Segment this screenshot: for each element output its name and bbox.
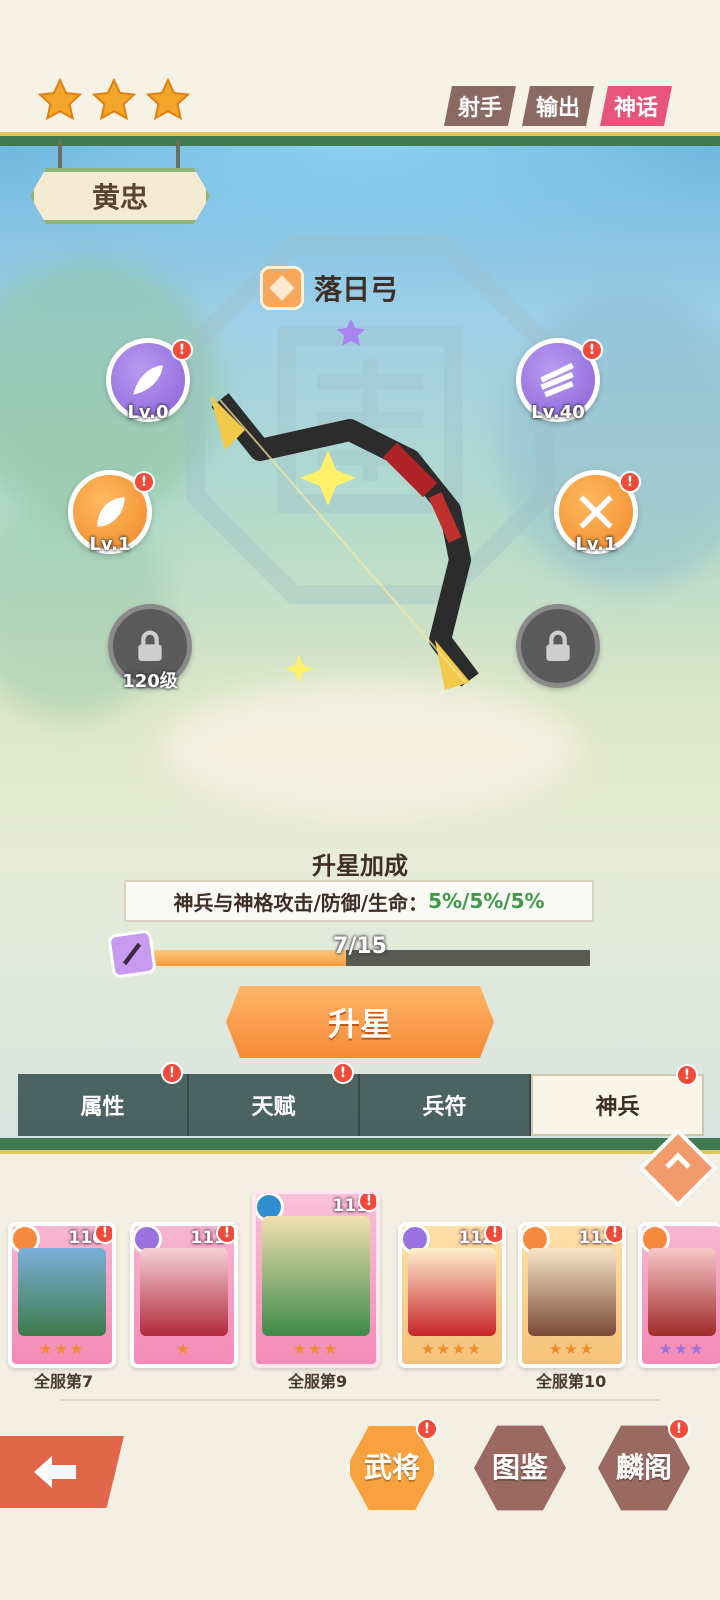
hero-tags: 射手 输出 神话 xyxy=(444,86,672,126)
hero-roster: 110 ★★★ ! 111 ★ ! 111 ★★★ ! 112 ★★★★ ! 1… xyxy=(0,1190,720,1380)
unlock-level: 120级 xyxy=(122,671,178,692)
hero-portrait xyxy=(140,1248,228,1336)
hero-stars: ★ xyxy=(176,1340,192,1358)
gem-icon xyxy=(260,266,304,310)
hero-name-plate: 黄忠 xyxy=(30,168,210,224)
hero-card-selected[interactable]: 111 ★★★ ! xyxy=(252,1190,380,1368)
hero-card[interactable]: 112 ★★★★ ! xyxy=(398,1222,506,1368)
hero-portrait xyxy=(648,1248,716,1336)
arrow-volley-icon xyxy=(540,362,574,398)
hero-stars: ★★★★ xyxy=(421,1340,483,1358)
tag-dps: 输出 xyxy=(522,86,594,126)
nav-codex[interactable]: 图鉴 xyxy=(474,1422,566,1514)
alert-badge: ! xyxy=(484,1226,502,1244)
server-rank: 全服第7 xyxy=(34,1372,94,1391)
alert-badge: ! xyxy=(216,1226,234,1244)
alert-badge: ! xyxy=(581,339,603,361)
alert-badge: ! xyxy=(676,1064,698,1086)
star-bonus-title: 升星加成 xyxy=(312,852,408,880)
tab-attributes[interactable]: 属性! xyxy=(18,1062,189,1136)
star-bonus-box: 神兵与神格攻击/防御/生命： 5%/5%/5% xyxy=(124,880,594,922)
divider xyxy=(60,1399,660,1401)
hero-card[interactable]: 111 ★★★ ! xyxy=(518,1222,626,1368)
weapon-star-icon xyxy=(336,318,366,346)
tag-archer: 射手 xyxy=(444,86,516,126)
hero-stars: ★★★ xyxy=(38,1340,86,1358)
skill-right-top[interactable]: Lv.40 ! xyxy=(516,338,603,423)
weapon-name: 落日弓 xyxy=(314,273,399,306)
lock-icon xyxy=(138,630,162,661)
hero-portrait xyxy=(18,1248,106,1336)
hero-star-rating xyxy=(36,76,192,124)
skill-level: Lv.40 xyxy=(531,402,585,423)
skill-right-mid[interactable]: Lv.1 ! xyxy=(554,470,641,555)
tag-myth: 神话 xyxy=(600,86,672,126)
nav-qilin-pavilion[interactable]: 麟阁 ! xyxy=(598,1418,690,1514)
hero-portrait xyxy=(408,1248,496,1336)
alert-badge: ! xyxy=(161,1062,183,1084)
alert-badge: ! xyxy=(133,471,155,493)
upgrade-star-button[interactable]: 升星 xyxy=(226,986,494,1058)
skill-locked-left[interactable]: 120级 xyxy=(108,604,192,692)
hero-card[interactable]: ★★★ xyxy=(638,1222,720,1368)
skill-level: Lv.1 xyxy=(575,534,617,555)
hero-stars: ★★★ xyxy=(548,1340,596,1358)
skill-level: Lv.0 xyxy=(127,402,169,423)
feather-icon xyxy=(133,365,163,395)
server-rank: 全服第10 xyxy=(536,1372,607,1391)
hero-portrait xyxy=(262,1216,370,1336)
bonus-label: 神兵与神格攻击/防御/生命： xyxy=(173,890,429,915)
nav-generals[interactable]: 武将 ! xyxy=(346,1418,438,1514)
bonus-values: 5%/5%/5% xyxy=(428,889,545,913)
skill-left-mid[interactable]: Lv.1 ! xyxy=(68,470,155,555)
hero-stars: ★★★ xyxy=(658,1340,706,1358)
alert-badge: ! xyxy=(416,1418,438,1440)
tab-talent[interactable]: 天赋! xyxy=(189,1062,360,1136)
skill-left-top[interactable]: Lv.0 ! xyxy=(106,338,193,423)
alert-badge: ! xyxy=(619,471,641,493)
alert-badge: ! xyxy=(668,1418,690,1440)
hero-card[interactable]: 111 ★ ! xyxy=(130,1222,238,1368)
alert-badge: ! xyxy=(171,339,193,361)
alert-badge: ! xyxy=(358,1194,376,1212)
tab-divine-weapon[interactable]: 神兵! xyxy=(531,1064,704,1136)
weapon-title: 落日弓 xyxy=(260,266,398,310)
tab-bar: 属性! 天赋! 兵符 神兵! xyxy=(18,1062,704,1136)
chevron-up-icon xyxy=(665,1152,691,1178)
back-arrow-icon xyxy=(34,1456,76,1488)
bow-weapon-image xyxy=(210,393,479,690)
tab-tally[interactable]: 兵符 xyxy=(360,1074,531,1136)
star-icon xyxy=(145,77,191,121)
leaf-icon xyxy=(97,497,125,527)
nav-generals-label: 武将 xyxy=(363,1451,420,1484)
hero-stars: ★★★ xyxy=(292,1340,340,1358)
crossed-swords-icon xyxy=(579,495,613,529)
lock-icon xyxy=(546,630,570,661)
alert-badge: ! xyxy=(94,1226,112,1244)
hero-portrait xyxy=(528,1248,616,1336)
top-bar: 射手 输出 神话 xyxy=(0,0,720,140)
nav-codex-label: 图鉴 xyxy=(491,1451,548,1484)
skill-level: Lv.1 xyxy=(89,534,131,555)
back-button[interactable] xyxy=(0,1436,124,1508)
hero-card[interactable]: 110 ★★★ ! xyxy=(8,1222,116,1368)
alert-badge: ! xyxy=(332,1062,354,1084)
star-icon xyxy=(37,77,83,121)
server-rank: 全服第9 xyxy=(288,1372,348,1391)
alert-badge: ! xyxy=(604,1226,622,1244)
star-icon xyxy=(91,77,137,121)
nav-qilin-label: 麟阁 xyxy=(615,1451,672,1484)
progress-text: 7/15 xyxy=(333,934,387,959)
skill-locked-right[interactable] xyxy=(516,604,600,688)
